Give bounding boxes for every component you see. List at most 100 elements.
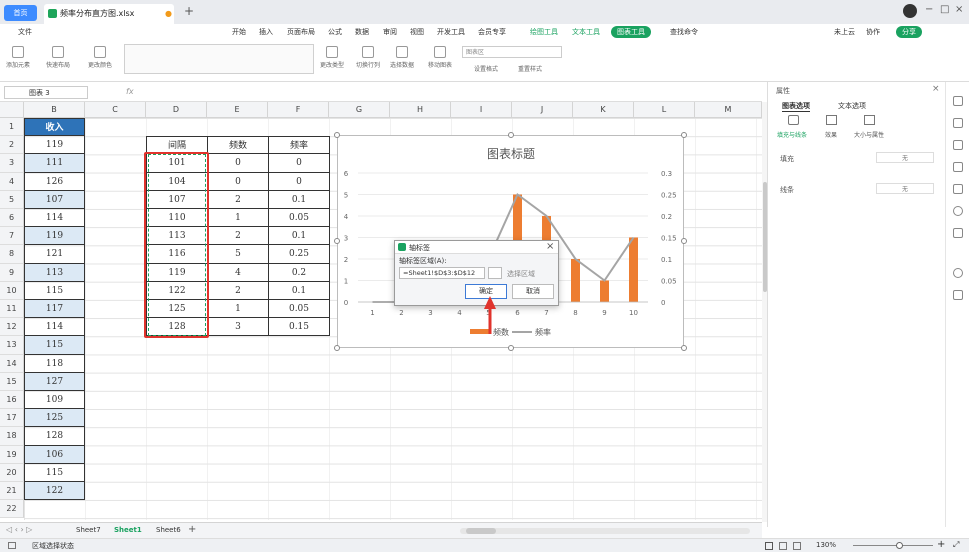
row-header-13[interactable]: 13	[0, 336, 24, 355]
table-cell[interactable]: 0.2	[268, 263, 330, 282]
subtab-size-props[interactable]: 大小与属性	[854, 130, 884, 139]
file-menu[interactable]: 文件	[18, 27, 32, 37]
table-cell[interactable]: 0.25	[268, 245, 330, 264]
resize-handle[interactable]	[334, 132, 340, 138]
document-tab[interactable]: 频率分布直方图.xlsx ●	[44, 4, 174, 24]
col-header-M[interactable]: M	[695, 102, 762, 118]
chart-element-select[interactable]: 图表区	[462, 46, 562, 58]
cell-B10[interactable]: 115	[24, 281, 85, 300]
col-header-G[interactable]: G	[329, 102, 390, 118]
table-header-1[interactable]: 频数	[207, 136, 269, 155]
table-cell[interactable]: 1	[207, 300, 269, 319]
cell-B1-header[interactable]: 收入	[24, 118, 85, 137]
table-cell[interactable]: 3	[207, 318, 269, 337]
col-header-J[interactable]: J	[512, 102, 573, 118]
tab-view[interactable]: 视图	[410, 27, 424, 37]
share-button[interactable]: 分享	[896, 26, 922, 38]
zoom-slider[interactable]	[853, 542, 933, 549]
select-data-button[interactable]: 选择数据	[390, 46, 414, 69]
fill-section-label[interactable]: 填充	[780, 154, 794, 164]
page-layout-view-icon[interactable]	[779, 542, 787, 550]
row-header-12[interactable]: 12	[0, 318, 24, 337]
cell-B2[interactable]: 119	[24, 136, 85, 155]
format-icon[interactable]	[952, 162, 963, 172]
tab-text-options[interactable]: 文本选项	[838, 101, 866, 111]
table-cell[interactable]: 0.1	[268, 281, 330, 300]
location-icon[interactable]	[952, 206, 963, 216]
close-icon[interactable]: ×	[955, 4, 963, 15]
reset-style-button[interactable]: 重置样式	[518, 64, 542, 73]
zoom-slider-thumb[interactable]	[896, 542, 903, 549]
cell-B13[interactable]: 115	[24, 336, 85, 355]
image-icon[interactable]	[952, 184, 963, 194]
row-header-3[interactable]: 3	[0, 154, 24, 173]
add-sheet-icon[interactable]: +	[188, 524, 196, 535]
resize-handle[interactable]	[681, 238, 687, 244]
change-type-button[interactable]: 更改类型	[320, 46, 344, 69]
cell-B9[interactable]: 113	[24, 263, 85, 282]
tab-member[interactable]: 会员专享	[478, 27, 506, 37]
horizontal-scrollbar[interactable]	[460, 528, 750, 534]
cell-B12[interactable]: 114	[24, 318, 85, 337]
switch-rowcol-button[interactable]: 切换行列	[356, 46, 380, 69]
fx-icon[interactable]: fx	[126, 87, 134, 96]
sheet-tab-sheet7[interactable]: Sheet7	[76, 526, 101, 534]
sheet-tab-sheet1[interactable]: Sheet1	[114, 526, 142, 534]
adjust-icon[interactable]	[952, 140, 963, 150]
corner-select-all[interactable]	[0, 102, 24, 118]
cell-B20[interactable]: 115	[24, 463, 85, 482]
line-select[interactable]: 无	[876, 183, 934, 194]
home-tab[interactable]: 首页	[4, 5, 37, 21]
h-scrollbar-thumb[interactable]	[466, 528, 496, 534]
col-header-B[interactable]: B	[24, 102, 85, 118]
tab-chart-options[interactable]: 图表选项	[782, 101, 810, 112]
col-header-F[interactable]: F	[268, 102, 329, 118]
set-format-button[interactable]: 设置格式	[474, 64, 498, 73]
tab-insert[interactable]: 插入	[259, 27, 273, 37]
resize-handle[interactable]	[334, 238, 340, 244]
table-cell[interactable]: 0	[207, 154, 269, 173]
tab-home[interactable]: 开始	[232, 27, 246, 37]
zoom-level[interactable]: 130%	[816, 541, 836, 549]
col-header-I[interactable]: I	[451, 102, 512, 118]
tab-text-tools[interactable]: 文本工具	[572, 27, 600, 37]
table-cell[interactable]: 0.1	[268, 190, 330, 209]
row-header-2[interactable]: 2	[0, 136, 24, 155]
row-header-18[interactable]: 18	[0, 427, 24, 446]
settings-icon[interactable]	[952, 290, 963, 300]
cloud-status[interactable]: 未上云	[834, 27, 855, 37]
row-header-15[interactable]: 15	[0, 372, 24, 391]
tab-developer[interactable]: 开发工具	[437, 27, 465, 37]
row-header-19[interactable]: 19	[0, 445, 24, 464]
subtab-effects[interactable]: 效果	[825, 130, 837, 139]
cell-B5[interactable]: 107	[24, 190, 85, 209]
row-header-1[interactable]: 1	[0, 118, 24, 137]
row-header-4[interactable]: 4	[0, 172, 24, 191]
sheet-nav-arrows[interactable]: ◁ ‹ › ▷	[6, 525, 32, 534]
tab-review[interactable]: 审阅	[383, 27, 397, 37]
resize-handle[interactable]	[508, 132, 514, 138]
maximize-icon[interactable]: □	[940, 4, 949, 15]
row-header-6[interactable]: 6	[0, 209, 24, 228]
col-header-D[interactable]: D	[146, 102, 207, 118]
size-props-icon[interactable]	[864, 115, 875, 125]
minimize-icon[interactable]: −	[925, 4, 933, 15]
line-section-label[interactable]: 线条	[780, 185, 794, 195]
table-cell[interactable]: 2	[207, 227, 269, 246]
table-cell[interactable]: 0.1	[268, 227, 330, 246]
cell-B6[interactable]: 114	[24, 209, 85, 228]
cell-B3[interactable]: 111	[24, 154, 85, 173]
fullscreen-icon[interactable]: ⤢	[953, 540, 959, 550]
cell-B18[interactable]: 128	[24, 427, 85, 446]
row-header-7[interactable]: 7	[0, 227, 24, 246]
effects-icon[interactable]	[826, 115, 837, 125]
cell-B14[interactable]: 118	[24, 354, 85, 373]
row-header-16[interactable]: 16	[0, 391, 24, 410]
cell-B21[interactable]: 122	[24, 482, 85, 501]
table-cell[interactable]: 0	[268, 154, 330, 173]
table-header-2[interactable]: 频率	[268, 136, 330, 155]
col-header-K[interactable]: K	[573, 102, 634, 118]
row-header-5[interactable]: 5	[0, 190, 24, 209]
table-cell[interactable]: 5	[207, 245, 269, 264]
cell-B8[interactable]: 121	[24, 245, 85, 264]
